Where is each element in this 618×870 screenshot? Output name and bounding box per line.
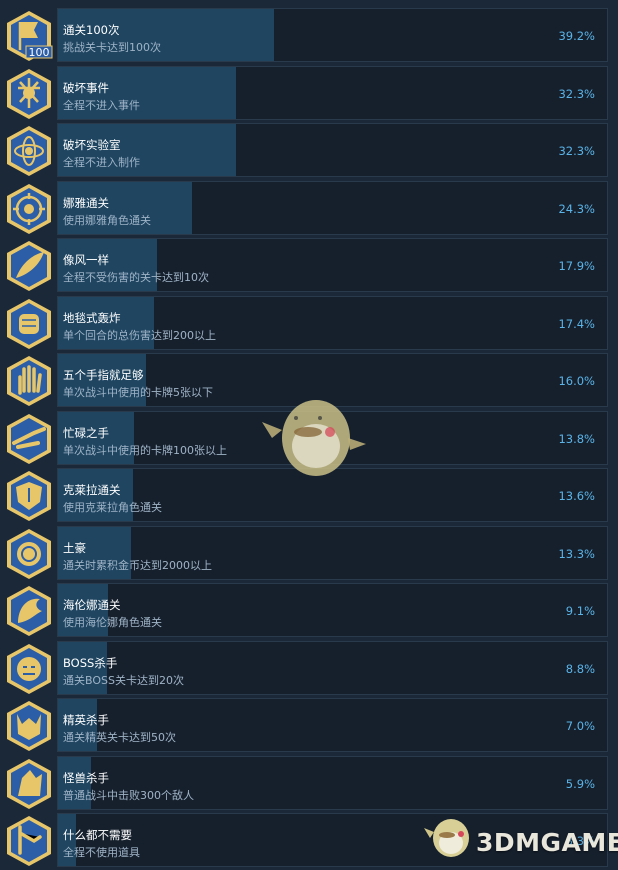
unlock-percentage: 13.6% [558, 489, 595, 503]
atom-icon [4, 125, 54, 177]
achievement-description: 单次战斗中使用的卡牌100张以上 [63, 443, 227, 457]
unlock-percentage: 16.0% [558, 374, 595, 388]
achievement-card: 海伦娜通关 使用海伦娜角色通关 9.1% [57, 583, 608, 637]
achievement-description: 全程不进入事件 [63, 98, 140, 112]
unlock-percentage: 17.4% [558, 316, 595, 331]
crosshair-icon [4, 183, 54, 235]
beast-icon [4, 643, 54, 695]
unlock-percentage: 32.3% [558, 86, 595, 101]
achievement-row: 土豪 通关时累积金币达到2000以上 13.3% [0, 525, 618, 583]
achievement-description: 通关时累积金币达到2000以上 [63, 558, 212, 572]
svg-text:100: 100 [29, 46, 50, 59]
achievement-card: BOSS杀手 通关BOSS关卡达到20次 8.8% [57, 640, 608, 695]
achievement-row: 像风一样 全程不受伤害的关卡达到10次 17.9% [0, 238, 618, 295]
achievement-description: 使用娜雅角色通关 [63, 213, 151, 227]
dragon-icon [4, 585, 54, 637]
achievement-card: 怪兽杀手 普通战斗中击败300个敌人 5.9% [57, 755, 608, 810]
fist-icon [4, 298, 54, 350]
sword-emblem-icon [4, 68, 54, 120]
achievement-card: 地毯式轰炸 单个回合的总伤害达到200以上 17.4% [57, 295, 608, 350]
achievement-title: 怪兽杀手 [63, 770, 109, 785]
achievement-description: 挑战关卡达到100次 [63, 41, 161, 54]
achievement-description: 全程不使用道具 [63, 846, 140, 859]
achievement-description: 全程不进入制作 [63, 156, 140, 169]
unlock-percentage: 7.0% [565, 719, 595, 733]
achievement-card: 什么都不需要 全程不使用道具 3.3% [57, 813, 608, 867]
achievement-row: 克莱拉通关 使用克莱拉角色通关 13.6% [0, 468, 618, 525]
achievement-description: 通关BOSS关卡达到20次 [63, 673, 184, 687]
achievement-title: 忙碌之手 [63, 425, 109, 440]
unlock-percentage: 5.9% [565, 776, 595, 791]
achievement-card: 精英杀手 通关精英关卡达到50次 7.0% [57, 698, 608, 752]
pointing-hand-icon [4, 413, 54, 465]
achievement-title: 什么都不需要 [63, 828, 132, 842]
unlock-percentage: 24.3% [558, 201, 595, 216]
achievement-card: 破坏事件 全程不进入事件 32.3% [57, 65, 608, 120]
achievement-title: 通关100次 [63, 23, 120, 37]
shield-icon [4, 470, 54, 522]
achievement-title: 娜雅通关 [63, 195, 109, 210]
achievement-description: 普通战斗中击败300个敌人 [63, 788, 194, 802]
achievement-title: 像风一样 [63, 253, 109, 267]
achievement-title: 破坏实验室 [63, 138, 121, 152]
unlock-percentage: 13.8% [558, 431, 595, 446]
unlock-percentage: 13.3% [558, 546, 595, 561]
achievement-row: 精英杀手 通关精英关卡达到50次 7.0% [0, 698, 618, 755]
unlock-percentage: 32.3% [558, 144, 595, 158]
achievement-description: 单个回合的总伤害达到200以上 [63, 328, 216, 342]
achievement-row: 忙碌之手 单次战斗中使用的卡牌100张以上 13.8% [0, 410, 618, 468]
achievement-title: 五个手指就足够 [63, 368, 144, 382]
flag-icon: 100 [4, 10, 54, 62]
achievement-title: BOSS杀手 [63, 655, 118, 670]
achievement-description: 全程不受伤害的关卡达到10次 [63, 271, 209, 284]
achievement-row: 什么都不需要 全程不使用道具 3.3% [0, 813, 618, 870]
achievement-row: 破坏实验室 全程不进入制作 32.3% [0, 123, 618, 180]
achievement-description: 通关精英关卡达到50次 [63, 731, 176, 744]
demon-icon [4, 700, 54, 752]
achievement-card: 娜雅通关 使用娜雅角色通关 24.3% [57, 180, 608, 235]
achievement-card: 像风一样 全程不受伤害的关卡达到10次 17.9% [57, 238, 608, 292]
unlock-percentage: 17.9% [558, 259, 595, 273]
coin-icon [4, 528, 54, 580]
achievement-card: 破坏实验室 全程不进入制作 32.3% [57, 123, 608, 177]
hand-icon [4, 815, 54, 867]
achievement-row: 破坏事件 全程不进入事件 32.3% [0, 65, 618, 123]
unlock-percentage: 39.2% [558, 29, 595, 43]
achievement-row: 海伦娜通关 使用海伦娜角色通关 9.1% [0, 583, 618, 640]
achievement-row: BOSS杀手 通关BOSS关卡达到20次 8.8% [0, 640, 618, 698]
achievement-card: 忙碌之手 单次战斗中使用的卡牌100张以上 13.8% [57, 410, 608, 465]
unlock-percentage: 3.3% [565, 834, 595, 848]
achievement-row: 地毯式轰炸 单个回合的总伤害达到200以上 17.4% [0, 295, 618, 353]
achievement-title: 精英杀手 [63, 713, 109, 727]
feather-icon [4, 240, 54, 292]
achievement-description: 单次战斗中使用的卡牌5张以下 [63, 386, 213, 399]
achievement-row: 五个手指就足够 单次战斗中使用的卡牌5张以下 16.0% [0, 353, 618, 410]
achievement-title: 克莱拉通关 [63, 483, 121, 497]
achievement-card: 克莱拉通关 使用克莱拉角色通关 13.6% [57, 468, 608, 522]
achievement-row: 怪兽杀手 普通战斗中击败300个敌人 5.9% [0, 755, 618, 813]
achievement-row: 100 通关100次 挑战关卡达到100次 39.2% [0, 8, 618, 65]
achievement-row: 娜雅通关 使用娜雅角色通关 24.3% [0, 180, 618, 238]
achievement-title: 地毯式轰炸 [63, 310, 121, 325]
unlock-percentage: 9.1% [565, 604, 595, 618]
achievement-card: 土豪 通关时累积金币达到2000以上 13.3% [57, 525, 608, 580]
achievement-description: 使用克莱拉角色通关 [63, 501, 162, 514]
achievement-card: 通关100次 挑战关卡达到100次 39.2% [57, 8, 608, 62]
achievement-title: 土豪 [63, 540, 86, 555]
unlock-percentage: 8.8% [565, 661, 595, 676]
achievement-description: 使用海伦娜角色通关 [63, 616, 162, 629]
achievement-title: 海伦娜通关 [63, 598, 121, 612]
achievement-card: 五个手指就足够 单次战斗中使用的卡牌5张以下 16.0% [57, 353, 608, 407]
achievement-title: 破坏事件 [63, 80, 109, 95]
monster-icon [4, 758, 54, 810]
open-hand-icon [4, 355, 54, 407]
